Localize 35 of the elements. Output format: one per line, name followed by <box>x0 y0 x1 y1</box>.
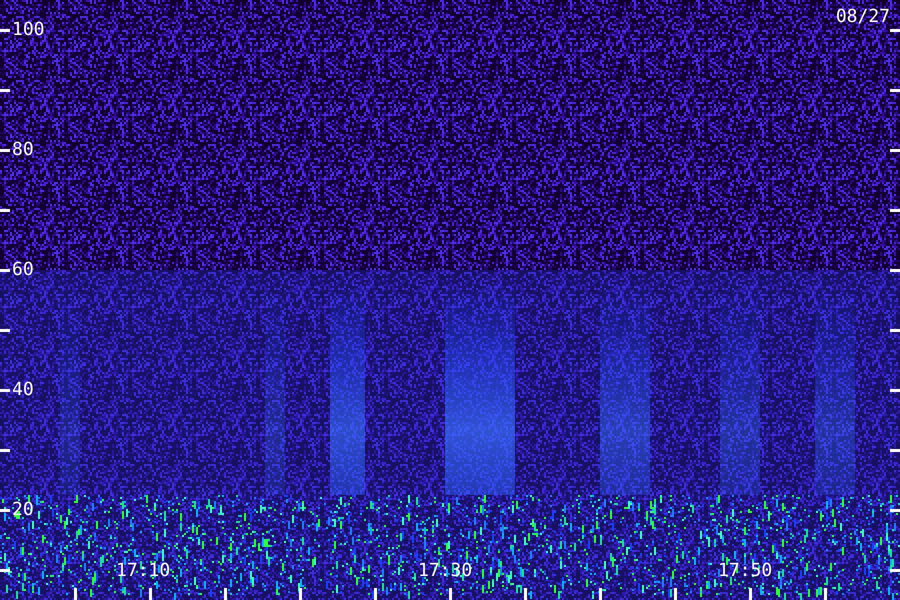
tick-mark <box>890 269 900 272</box>
tick-mark <box>890 389 900 392</box>
tick-mark <box>890 149 900 152</box>
tick-mark <box>299 588 302 600</box>
tick-mark <box>0 329 10 332</box>
tick-mark <box>0 569 10 572</box>
tick-mark <box>890 329 900 332</box>
axis-label: 60 <box>12 259 34 281</box>
tick-mark <box>0 449 10 452</box>
tick-mark <box>524 588 527 600</box>
tick-mark <box>0 389 10 392</box>
axis-label: 17:50 <box>718 560 772 582</box>
axis-label: 40 <box>12 379 34 401</box>
tick-mark <box>149 588 152 600</box>
tick-mark <box>599 588 602 600</box>
tick-mark <box>0 29 10 32</box>
tick-mark <box>824 588 827 600</box>
tick-mark <box>0 89 10 92</box>
tick-mark <box>749 588 752 600</box>
tick-mark <box>0 269 10 272</box>
tick-mark <box>890 509 900 512</box>
tick-mark <box>890 29 900 32</box>
tick-mark <box>674 588 677 600</box>
tick-mark <box>449 588 452 600</box>
tick-mark <box>890 89 900 92</box>
tick-mark <box>374 588 377 600</box>
tick-mark <box>890 449 900 452</box>
tick-mark <box>890 569 900 572</box>
tick-mark <box>0 209 10 212</box>
tick-mark <box>224 588 227 600</box>
axis-label: 20 <box>12 499 34 521</box>
tick-mark <box>74 588 77 600</box>
tick-mark <box>0 149 10 152</box>
tick-mark <box>0 509 10 512</box>
tick-mark <box>890 209 900 212</box>
